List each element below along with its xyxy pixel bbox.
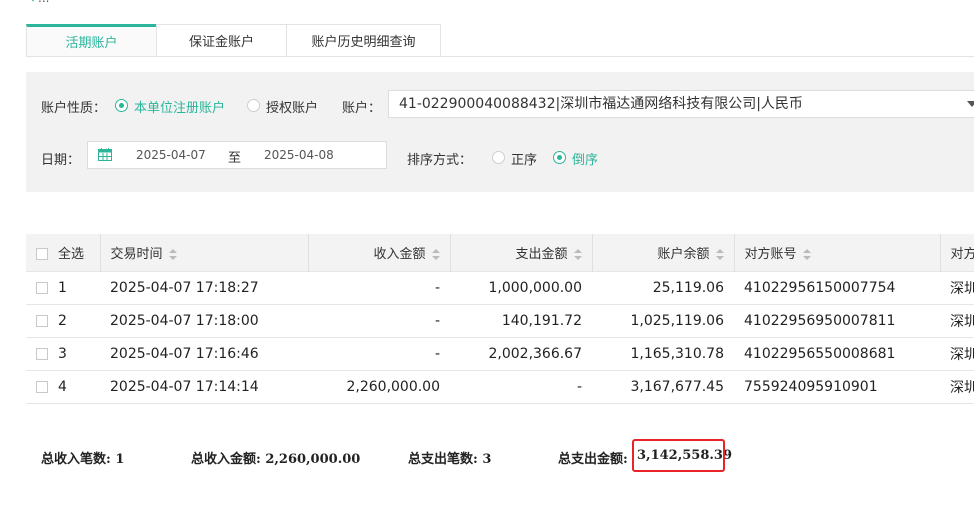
- row-number: 1: [58, 279, 67, 296]
- cell-income: -: [308, 303, 450, 337]
- sort-label: 排序方式：: [407, 153, 473, 168]
- header-expense[interactable]: 支出金额: [450, 234, 593, 271]
- tab-margin-account[interactable]: 保证金账户: [156, 24, 287, 56]
- table-row[interactable]: 4 2025-04-07 17:14:14 2,260,000.00 - 3,1…: [26, 369, 974, 403]
- sort-icon[interactable]: [802, 248, 811, 260]
- select-all-checkbox[interactable]: [36, 248, 48, 261]
- cell-expense: 2,002,366.67: [450, 336, 592, 370]
- table-header-row: 全选 交易时间 收入金额 支出金额 账户余额 对方账号 对方: [26, 234, 974, 271]
- cell-income: -: [308, 336, 450, 370]
- header-counter-account-label: 对方账号: [744, 246, 797, 262]
- date-label: 日期：: [41, 153, 81, 168]
- cell-income: 2,260,000.00: [308, 369, 450, 403]
- cell-time: 2025-04-07 17:16:46: [100, 336, 308, 370]
- cell-counter-account: 41022956550008681: [734, 336, 940, 370]
- tab-history-query[interactable]: 账户历史明细查询: [286, 24, 441, 56]
- select-all-label: 全选: [58, 246, 85, 262]
- header-counter-name: 对方: [940, 234, 974, 271]
- sort-icon[interactable]: [168, 248, 177, 260]
- row-select-cell[interactable]: 3: [26, 336, 100, 370]
- cell-balance: 3,167,677.45: [592, 369, 734, 403]
- account-tabs: 活期账户 保证金账户 账户历史明细查询: [26, 24, 441, 56]
- row-checkbox[interactable]: [36, 314, 48, 327]
- transaction-table: 全选 交易时间 收入金额 支出金额 账户余额 对方账号 对方 1 2025-04…: [26, 234, 974, 404]
- page-header-fragment: ▾...: [30, 0, 49, 5]
- radio-authorized-account-label[interactable]: 授权账户: [266, 97, 318, 116]
- radio-registered-account[interactable]: [115, 99, 128, 112]
- date-range-picker[interactable]: 2025-04-07 至 2025-04-08: [87, 141, 387, 169]
- header-time[interactable]: 交易时间: [100, 234, 309, 271]
- row-number: 3: [58, 345, 67, 362]
- radio-sort-desc[interactable]: [553, 151, 566, 164]
- header-balance-label: 账户余额: [657, 246, 710, 262]
- row-number: 2: [58, 312, 67, 329]
- cell-counter-name: 深圳: [940, 336, 974, 370]
- header-expense-label: 支出金额: [515, 246, 568, 262]
- header-income[interactable]: 收入金额: [308, 234, 451, 271]
- header-time-label: 交易时间: [110, 246, 163, 262]
- cell-income: -: [308, 270, 450, 304]
- row-select-cell[interactable]: 1: [26, 270, 100, 304]
- cell-expense: 140,191.72: [450, 303, 592, 337]
- row-select-cell[interactable]: 4: [26, 369, 100, 403]
- row-checkbox[interactable]: [36, 347, 48, 360]
- highlight-annotation-box: [632, 439, 725, 472]
- radio-sort-asc-label[interactable]: 正序: [511, 149, 537, 168]
- cell-balance: 1,025,119.06: [592, 303, 734, 337]
- row-checkbox[interactable]: [36, 380, 48, 393]
- chevron-down-icon[interactable]: [967, 101, 974, 107]
- header-counter-name-label: 对方: [950, 246, 974, 262]
- cell-balance: 1,165,310.78: [592, 336, 734, 370]
- cell-time: 2025-04-07 17:14:14: [100, 369, 308, 403]
- row-number: 4: [58, 378, 67, 395]
- date-range-separator: 至: [228, 151, 242, 166]
- cell-balance: 25,119.06: [592, 270, 734, 304]
- cell-expense: -: [450, 369, 592, 403]
- sort-icon[interactable]: [573, 248, 582, 260]
- header-balance[interactable]: 账户余额: [592, 234, 735, 271]
- header-counter-account[interactable]: 对方账号: [734, 234, 941, 271]
- account-type-label: 账户性质：: [41, 101, 107, 116]
- account-select[interactable]: 41-022900040088432|深圳市福达通网络科技有限公司|人民币: [388, 90, 974, 118]
- cell-counter-name: 深圳: [940, 303, 974, 337]
- radio-sort-desc-label[interactable]: 倒序: [572, 149, 598, 168]
- summary-expense-amount-label: 总支出金额:: [558, 452, 628, 467]
- row-select-cell[interactable]: 2: [26, 303, 100, 337]
- tab-current-account[interactable]: 活期账户: [26, 24, 157, 56]
- summary-income-count: 总收入笔数: 1: [41, 452, 125, 467]
- date-to-input[interactable]: 2025-04-08: [264, 148, 334, 162]
- table-row[interactable]: 2 2025-04-07 17:18:00 - 140,191.72 1,025…: [26, 303, 974, 337]
- cell-counter-name: 深圳: [940, 270, 974, 304]
- summary-expense-count: 总支出笔数: 3: [408, 452, 492, 467]
- cell-expense: 1,000,000.00: [450, 270, 592, 304]
- sort-icon[interactable]: [431, 248, 440, 260]
- filter-panel: 账户性质： 本单位注册账户 授权账户 账户： 41-02290004008843…: [26, 72, 974, 192]
- table-row[interactable]: 1 2025-04-07 17:18:27 - 1,000,000.00 25,…: [26, 270, 974, 304]
- account-label: 账户：: [342, 101, 382, 116]
- cell-counter-name: 深圳: [940, 369, 974, 403]
- cell-time: 2025-04-07 17:18:00: [100, 303, 308, 337]
- sort-icon[interactable]: [715, 248, 724, 260]
- tabs-divider: [26, 56, 974, 57]
- select-all-header[interactable]: 全选: [26, 234, 101, 271]
- account-select-value: 41-022900040088432|深圳市福达通网络科技有限公司|人民币: [399, 96, 803, 112]
- cell-counter-account: 41022956150007754: [734, 270, 940, 304]
- radio-registered-account-label[interactable]: 本单位注册账户: [134, 97, 225, 116]
- cell-counter-account: 755924095910901: [734, 369, 940, 403]
- radio-sort-asc[interactable]: [492, 151, 505, 164]
- summary-income-amount: 总收入金额: 2,260,000.00: [191, 452, 361, 467]
- cell-time: 2025-04-07 17:18:27: [100, 270, 308, 304]
- calendar-icon[interactable]: [98, 148, 112, 161]
- date-from-input[interactable]: 2025-04-07: [136, 148, 206, 162]
- cell-counter-account: 41022956950007811: [734, 303, 940, 337]
- row-checkbox[interactable]: [36, 281, 48, 294]
- radio-authorized-account[interactable]: [247, 99, 260, 112]
- header-income-label: 收入金额: [373, 246, 426, 262]
- table-row[interactable]: 3 2025-04-07 17:16:46 - 2,002,366.67 1,1…: [26, 336, 974, 370]
